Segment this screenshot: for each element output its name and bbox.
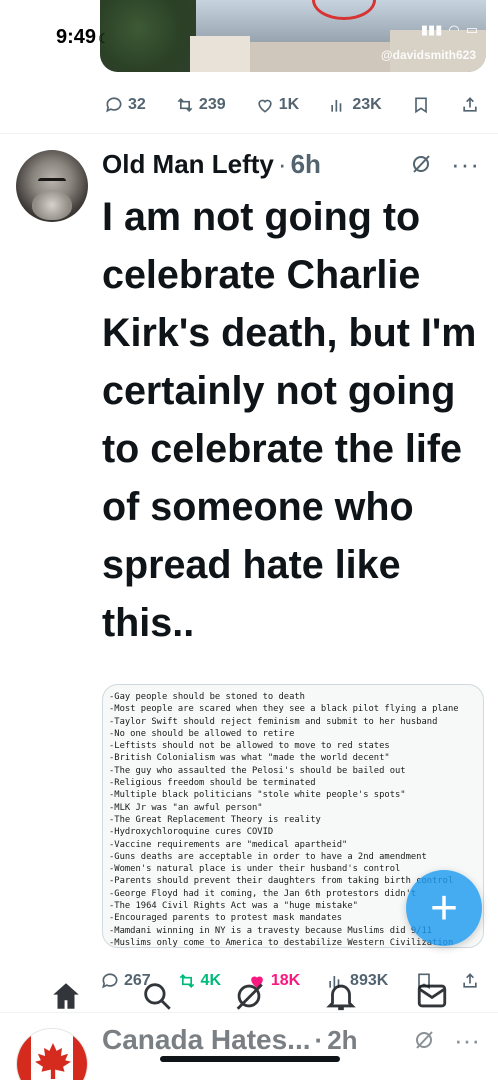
list-item: -Religious freedom should be terminated: [109, 778, 316, 789]
do-not-disturb-icon: ☾: [98, 31, 110, 46]
post-divider: [0, 1012, 498, 1013]
tweet-header: Old Man Lefty · 6h ···: [102, 146, 480, 182]
tree-shape: [100, 0, 196, 72]
list-item: -Taylor Swift should reject feminism and…: [109, 716, 438, 727]
tweet-header: Canada Hates... · 2h ···: [102, 1022, 480, 1058]
like-button[interactable]: 1K: [255, 95, 299, 115]
list-item: -Leftists should not be allowed to move …: [109, 741, 390, 752]
maple-leaf-icon: [35, 1043, 71, 1079]
list-item: -Vaccine requirements are "medical apart…: [109, 839, 348, 850]
reply-button[interactable]: 32: [104, 95, 146, 115]
previous-post-actions: 32 239 1K 23K: [104, 92, 480, 118]
post-divider: [0, 133, 498, 134]
post-time[interactable]: 2h: [327, 1025, 357, 1056]
list-item: -The guy who assaulted the Pelosi's shou…: [109, 765, 406, 776]
home-indicator: [160, 1056, 340, 1062]
status-icons: ▮▮▮ ◠ ▭: [421, 22, 478, 38]
author-name[interactable]: Canada Hates...: [102, 1024, 311, 1056]
share-button[interactable]: [460, 95, 480, 115]
compose-button[interactable]: +: [406, 870, 482, 946]
list-item: -Women's natural place is under their hu…: [109, 864, 401, 875]
bookmark-icon: [414, 97, 427, 114]
plus-icon: +: [429, 881, 459, 935]
image-watermark: @davidsmith623: [380, 48, 476, 62]
more-options-icon[interactable]: ···: [454, 1025, 480, 1056]
wifi-icon: ◠: [448, 22, 460, 37]
author-name[interactable]: Old Man Lefty: [102, 149, 274, 180]
grok-icon[interactable]: [232, 979, 266, 1013]
list-item: -Guns deaths are acceptable in order to …: [109, 851, 427, 862]
repost-button[interactable]: 239: [175, 95, 226, 115]
messages-icon[interactable]: [415, 979, 449, 1013]
status-time: 9:49 ☾: [56, 26, 110, 48]
views-icon: [331, 100, 342, 112]
list-item: -MLK Jr was "an awful person": [109, 802, 263, 813]
separator-dot: ·: [314, 1024, 324, 1055]
separator-dot: ·: [277, 148, 287, 179]
list-item: -Most people are scared when they see a …: [109, 704, 459, 715]
list-item: -No one should be allowed to retire: [109, 728, 295, 739]
more-options-icon[interactable]: ···: [451, 151, 480, 177]
list-item: -Hydroxychloroquine cures COVID: [109, 827, 274, 838]
list-item: -Muslims only come to America to destabi…: [109, 937, 454, 948]
battery-icon: ▭: [465, 22, 478, 37]
avatar[interactable]: [16, 150, 88, 222]
heart-icon: [258, 99, 272, 113]
list-item: -The Great Replacement Theory is reality: [109, 814, 321, 825]
views-button[interactable]: 23K: [328, 95, 382, 115]
notifications-icon[interactable]: [324, 979, 358, 1013]
list-item: -Gay people should be stoned to death: [109, 692, 305, 702]
avatar[interactable]: [16, 1028, 88, 1080]
reply-icon: [106, 97, 122, 113]
tweet-text: I am not going to celebrate Charlie Kirk…: [102, 195, 477, 645]
list-item: -British Colonialism was what "made the …: [109, 753, 390, 764]
home-icon[interactable]: [49, 979, 83, 1013]
bookmark-button[interactable]: [411, 95, 431, 115]
grok-icon[interactable]: [409, 152, 433, 176]
signal-icon: ▮▮▮: [420, 22, 443, 37]
share-icon: [463, 97, 477, 112]
grok-icon[interactable]: [412, 1028, 436, 1052]
repost-icon: [177, 97, 193, 113]
search-icon[interactable]: [140, 979, 174, 1013]
red-circle-annotation: [312, 0, 376, 20]
list-item: -Multiple black politicians "stole white…: [109, 790, 406, 801]
post-time[interactable]: 6h: [291, 149, 321, 180]
